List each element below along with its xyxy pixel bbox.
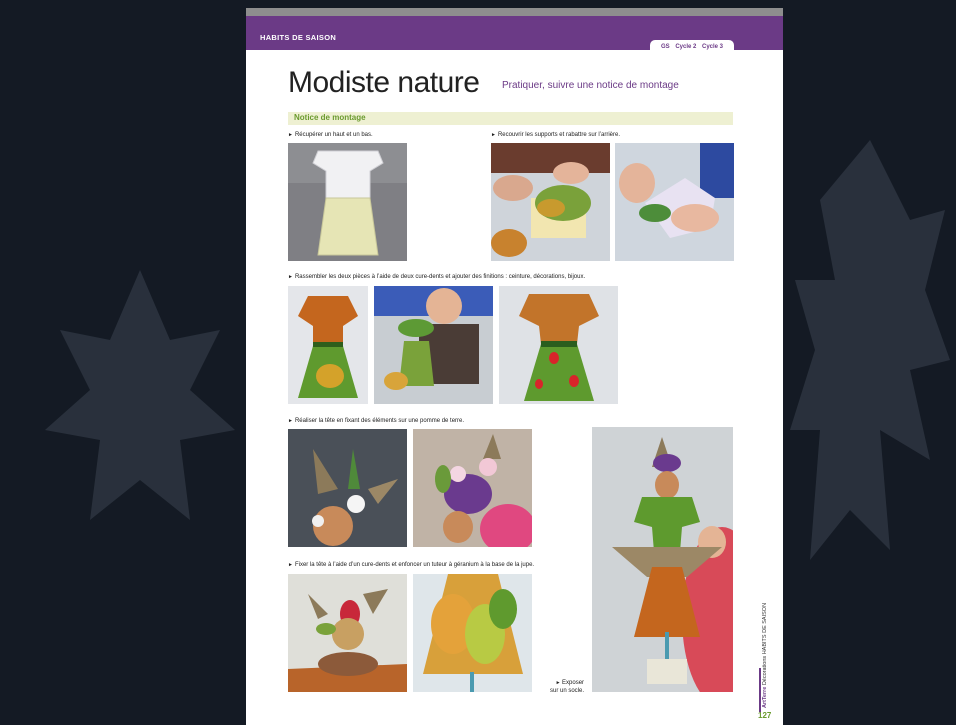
page-title: Modiste nature: [288, 66, 480, 99]
background-leaf-right: [790, 140, 950, 560]
series-label: HABITS DE SAISON: [260, 33, 337, 42]
arrow-icon: ►: [491, 132, 496, 138]
arrow-icon: ►: [288, 418, 293, 424]
photo-head-fixing: [288, 574, 407, 692]
sidebar-rule: [759, 668, 761, 712]
sidebar-text: Décorations HABITS DE SAISON: [762, 602, 768, 686]
photo-folding-leaves: [615, 143, 734, 261]
step-4: ► Réaliser la tête en fixant des éléments…: [288, 418, 464, 424]
photo-child-with-dress: [374, 286, 493, 404]
cycle-tab: GS Cycle 2 Cycle 3: [650, 40, 734, 54]
step-5-text: Fixer la tête à l’aide d’un cure-dents e…: [294, 562, 535, 568]
step-3: ► Rassembler les deux pièces à l’aide de …: [288, 274, 585, 280]
photo-cardboard-dress: [288, 143, 407, 261]
section-title: Notice de montage: [294, 113, 366, 122]
cycle-3: Cycle 3: [702, 44, 724, 50]
page-subtitle: Pratiquer, suivre une notice de montage: [502, 80, 679, 91]
arrow-icon: ►: [288, 562, 293, 568]
caption-line-1: Exposer: [562, 680, 585, 686]
step-4-text: Réaliser la tête en fixant des éléments …: [294, 418, 465, 424]
photo-potato-head-2: [413, 429, 532, 547]
background-leaf-left: [45, 270, 235, 520]
step-3-text: Rassembler les deux pièces à l’aide de d…: [294, 274, 586, 280]
photo-covering-support: [491, 143, 610, 261]
top-strip: [246, 8, 783, 16]
step-2-text: Recouvrir les supports et rabattre sur l…: [497, 132, 620, 138]
step-2: ► Recouvrir les supports et rabattre sur …: [491, 132, 620, 138]
sidebar-label: ArtTerre Décorations HABITS DE SAISON: [762, 603, 768, 708]
photo-leaf-dress-1: [288, 286, 368, 404]
cycle-2: Cycle 2: [675, 44, 697, 50]
step-1: ► Récupérer un haut et un bas.: [288, 132, 373, 138]
document-page: HABITS DE SAISON GS Cycle 2 Cycle 3 Modi…: [246, 8, 783, 725]
photo-skirt-stake: [413, 574, 532, 692]
arrow-icon: ►: [288, 132, 293, 138]
arrow-icon: ►: [288, 274, 293, 280]
section-bar: Notice de montage: [288, 112, 733, 125]
page-number: 127: [758, 711, 772, 720]
photo-finished-figure: [592, 427, 733, 692]
photo-potato-head-1: [288, 429, 407, 547]
photo-leaf-dress-2: [499, 286, 618, 404]
sidebar-brand: ArtTerre: [762, 686, 768, 708]
cycle-gs: GS: [660, 44, 670, 50]
caption-line-2: sur un socle.: [550, 688, 585, 694]
caption-expose: ► Exposer sur un socle.: [550, 679, 584, 695]
step-1-text: Récupérer un haut et un bas.: [294, 132, 373, 138]
step-5: ► Fixer la tête à l’aide d’un cure-dents …: [288, 562, 534, 568]
